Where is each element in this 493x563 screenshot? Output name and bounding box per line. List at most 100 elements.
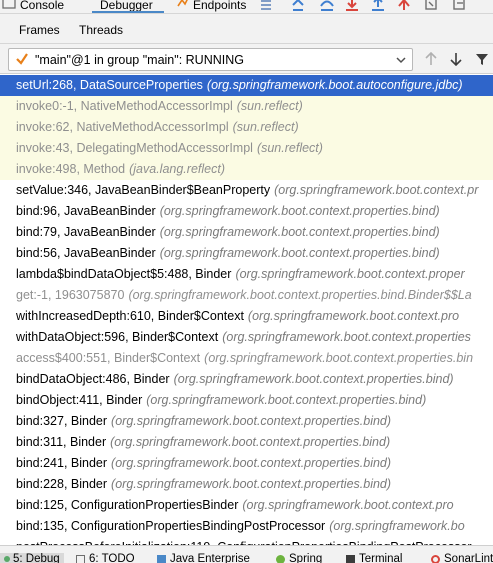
debug-toolbar: Console Debugger Endpoints (0, 0, 493, 14)
tab-frames[interactable]: Frames (19, 23, 60, 37)
frame-row[interactable]: invoke:62, NativeMethodAccessorImpl (sun.… (0, 117, 493, 138)
frame-package: (org.springframework.boot.context.proper… (173, 372, 454, 386)
frame-package: (org.springframework.boot.context.proper… (159, 225, 440, 239)
spring-icon (276, 554, 285, 563)
filter-icon[interactable] (475, 52, 489, 66)
frame-row[interactable]: setValue:346, JavaBeanBinder$BeanPropert… (0, 180, 493, 201)
frame-package: (sun.reflect) (236, 99, 303, 113)
tool-spring[interactable]: Spring (276, 553, 322, 563)
drop-frame-icon[interactable] (423, 0, 439, 13)
tab-console-label: Console (20, 0, 65, 12)
tool-debug-label: 5: Debug (13, 553, 60, 563)
previous-frame-icon[interactable] (424, 52, 438, 66)
frame-method: invoke:498, Method (16, 162, 126, 176)
frame-row[interactable]: bind:311, Binder (org.springframework.boo… (0, 432, 493, 453)
frame-method: bind:56, JavaBeanBinder (16, 246, 156, 260)
frame-method: withIncreasedDepth:610, Binder$Context (16, 309, 244, 323)
tool-spring-label: Spring (289, 553, 323, 563)
force-step-into-icon[interactable] (370, 0, 386, 13)
frame-method: setValue:346, JavaBeanBinder$BeanPropert… (16, 183, 271, 197)
frame-method: bind:311, Binder (16, 435, 107, 449)
frame-method: bind:327, Binder (16, 414, 108, 428)
frame-package: (org.springframework.boot.context.proper (235, 267, 465, 281)
frame-row[interactable]: bind:125, ConfigurationPropertiesBinder(… (0, 495, 493, 516)
frame-row[interactable]: lambda$bindDataObject$5:488, Binder (org.… (0, 264, 493, 285)
endpoints-icon (177, 0, 188, 7)
tool-terminal[interactable]: Terminal (346, 553, 402, 563)
frame-method: bind:96, JavaBeanBinder (16, 204, 156, 218)
frame-package: (org.springframework.boot.context.pro (247, 309, 460, 323)
thread-selector-row: "main"@1 in group "main": RUNNING (0, 44, 493, 74)
run-to-cursor-icon[interactable] (452, 0, 468, 13)
frame-row[interactable]: invoke:43, DelegatingMethodAccessorImpl(… (0, 138, 493, 159)
thread-dropdown[interactable]: "main"@1 in group "main": RUNNING (8, 48, 413, 71)
frame-row[interactable]: bind:79, JavaBeanBinder (org.springframew… (0, 222, 493, 243)
tool-todo-label: 6: TODO (89, 553, 135, 563)
frame-row[interactable]: bindDataObject:486, Binder (org.springfra… (0, 369, 493, 390)
menu-icon[interactable] (259, 0, 273, 13)
tool-java-enterprise-label: Java Enterprise (170, 553, 250, 563)
frame-method: lambda$bindDataObject$5:488, Binder (16, 267, 232, 281)
frame-method: setUrl:268, DataSourceProperties (16, 78, 203, 92)
frame-row[interactable]: access$400:551, Binder$Context (org.sprin… (0, 348, 493, 369)
frame-package: (org.springframework.boot.context.proper… (204, 351, 474, 365)
tab-endpoints-label: Endpoints (193, 0, 247, 12)
frame-package: (org.springframework.boot.context.proper… (222, 330, 471, 344)
frame-method: get:-1, 1963075870 (16, 288, 125, 302)
frame-package: (org.springframework.boot.context.proper… (146, 393, 427, 407)
frame-method: bindDataObject:486, Binder (16, 372, 170, 386)
tool-debug[interactable]: 5: Debug (0, 553, 64, 563)
frame-package: (org.springframework.boot.autoconfigure.… (206, 78, 463, 92)
frame-package: (sun.reflect) (232, 120, 299, 134)
console-icon (2, 0, 16, 9)
frame-row[interactable]: invoke:498, Method (java.lang.reflect) (0, 159, 493, 180)
frame-method: access$400:551, Binder$Context (16, 351, 201, 365)
step-over-icon[interactable] (319, 0, 335, 13)
frame-row[interactable]: bind:96, JavaBeanBinder (org.springframew… (0, 201, 493, 222)
frame-row[interactable]: bind:327, Binder (org.springframework.boo… (0, 411, 493, 432)
frame-method: bind:79, JavaBeanBinder (16, 225, 156, 239)
frame-row[interactable]: bindObject:411, Binder (org.springframewo… (0, 390, 493, 411)
show-execution-point-icon[interactable] (290, 0, 306, 13)
sonarlint-icon (431, 554, 440, 563)
frame-row[interactable]: withDataObject:596, Binder$Context (org.s… (0, 327, 493, 348)
frame-row[interactable]: get:-1, 1963075870 (org.springframework.b… (0, 285, 493, 306)
frame-method: invoke0:-1, NativeMethodAccessorImpl (16, 99, 233, 113)
frame-row[interactable]: bind:241, Binder (org.springframework.boo… (0, 453, 493, 474)
step-out-icon[interactable] (396, 0, 412, 13)
tool-sonarlint[interactable]: SonarLint (431, 553, 493, 563)
frame-row[interactable]: bind:228, Binder (org.springframework.boo… (0, 474, 493, 495)
frame-package: (org.springframework.boot.context.proper… (159, 246, 440, 260)
frame-row[interactable]: bind:135, ConfigurationPropertiesBinding… (0, 516, 493, 537)
frame-row[interactable]: invoke0:-1, NativeMethodAccessorImpl (sun… (0, 96, 493, 117)
tool-terminal-label: Terminal (359, 553, 403, 563)
frames-list: setUrl:268, DataSourceProperties (org.spr… (0, 75, 493, 545)
todo-icon (76, 554, 85, 563)
frame-method: bind:241, Binder (16, 456, 108, 470)
tab-console[interactable]: Console (20, 0, 65, 13)
frame-package: (org.springframework.boot.context.proper… (128, 288, 472, 302)
next-frame-icon[interactable] (449, 52, 463, 66)
java-enterprise-icon (157, 554, 166, 563)
thread-dropdown-value: "main"@1 in group "main": RUNNING (35, 53, 244, 67)
selected-frame-row[interactable]: setUrl:268, DataSourceProperties (org.spr… (0, 75, 493, 96)
frame-row[interactable]: bind:56, JavaBeanBinder (org.springframew… (0, 243, 493, 264)
tool-todo[interactable]: 6: TODO (76, 553, 135, 563)
check-icon (16, 53, 28, 65)
frame-package: (org.springframework.boot.context.proper… (111, 456, 392, 470)
frame-package: (org.springframework.boot.context.pr (274, 183, 479, 197)
tab-endpoints[interactable]: Endpoints (193, 0, 247, 13)
step-into-icon[interactable] (344, 0, 360, 13)
tool-java-enterprise[interactable]: Java Enterprise (157, 553, 250, 563)
frame-package: (org.springframework.boot.context.pro (242, 498, 454, 512)
frame-row[interactable]: withIncreasedDepth:610, Binder$Context (o… (0, 306, 493, 327)
frames-threads-tabs: Frames Threads (0, 14, 493, 44)
tab-threads[interactable]: Threads (79, 23, 123, 37)
frame-row[interactable]: postProcessBeforeInitialization:119, Con… (0, 537, 493, 545)
frame-package: (org.springframework.boot.context.proper… (159, 204, 440, 218)
frame-method: withDataObject:596, Binder$Context (16, 330, 219, 344)
frame-method: bind:125, ConfigurationPropertiesBinder (16, 498, 239, 512)
tool-sonarlint-label: SonarLint (444, 553, 493, 563)
frame-method: bindObject:411, Binder (16, 393, 143, 407)
frame-method: bind:228, Binder (16, 477, 108, 491)
